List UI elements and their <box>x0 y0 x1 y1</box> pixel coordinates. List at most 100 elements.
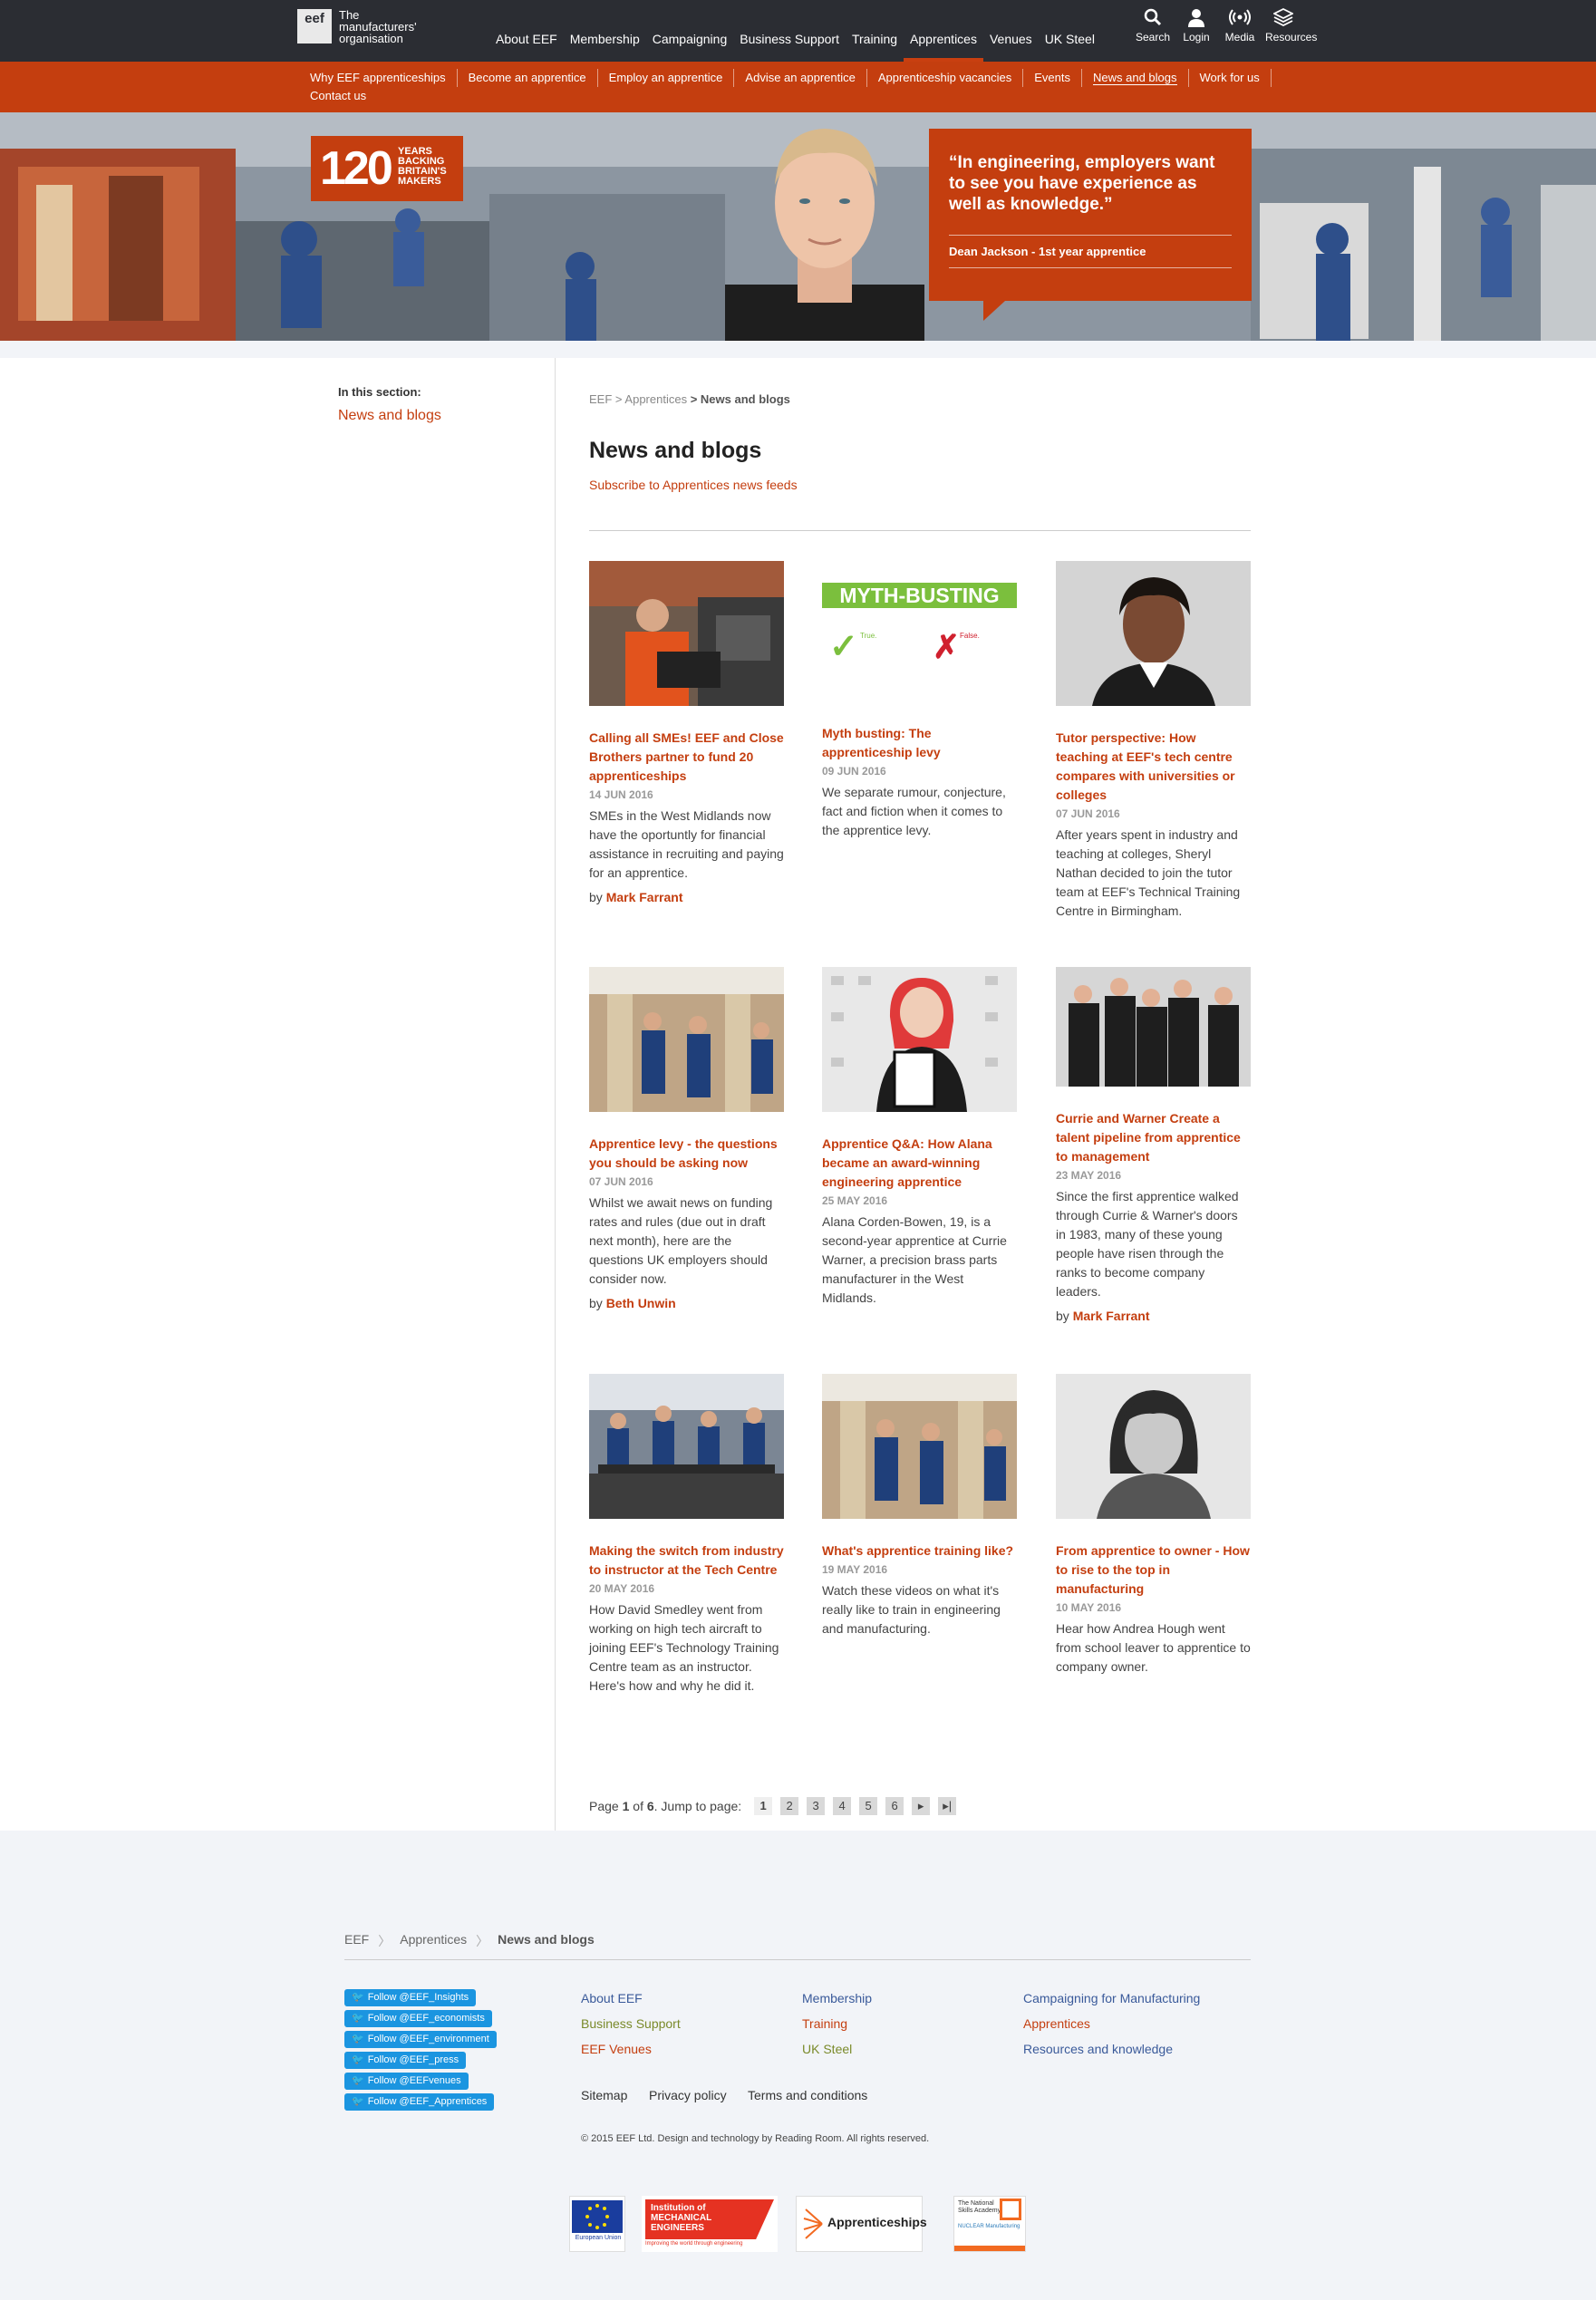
last-page-button[interactable]: ▸| <box>938 1797 957 1815</box>
breadcrumb-eef[interactable]: EEF <box>589 392 612 406</box>
cross-icon: ✗ <box>933 628 961 665</box>
subnav-news-and-blogs[interactable]: News and blogs <box>1082 69 1189 87</box>
subnav-work-for-us[interactable]: Work for us <box>1189 69 1272 87</box>
article-image[interactable]: MYTH-BUSTING ✓ True. ✗ False. <box>822 561 1017 706</box>
page-3-button[interactable]: 3 <box>807 1797 826 1815</box>
subnav-apprenticeship-vacancies[interactable]: Apprenticeship vacancies <box>867 69 1024 87</box>
page-6-button[interactable]: 6 <box>885 1797 904 1815</box>
subscribe-link[interactable]: Subscribe to Apprentices news feeds <box>589 478 798 492</box>
user-icon <box>1178 4 1214 31</box>
article-title[interactable]: Making the switch from industry to instr… <box>589 1541 784 1580</box>
article-excerpt: How David Smedley went from working on h… <box>589 1602 779 1693</box>
logo-mark: eef <box>297 9 332 43</box>
page-title: News and blogs <box>589 438 762 463</box>
twitter-follow-economists[interactable]: 🐦 Follow @EEF_economists <box>344 2010 492 2027</box>
footer-link-business-support[interactable]: Business Support <box>581 2016 681 2031</box>
footer-breadcrumb-apprentices[interactable]: Apprentices <box>400 1932 467 1950</box>
footer-breadcrumb-current: News and blogs <box>498 1932 595 1947</box>
footer-link-membership[interactable]: Membership <box>802 1991 872 2005</box>
article-date: 23 MAY 2016 <box>1056 1169 1122 1182</box>
article-image[interactable] <box>822 967 1017 1116</box>
footer-link-privacy-policy[interactable]: Privacy policy <box>649 2088 727 2102</box>
article-title[interactable]: Calling all SMEs! EEF and Close Brothers… <box>589 729 784 786</box>
subnav-advise-an-apprentice[interactable]: Advise an apprentice <box>734 69 867 87</box>
nav-about-eef[interactable]: About EEF <box>489 31 564 47</box>
article-byline: by Mark Farrant <box>589 890 683 904</box>
nav-campaigning[interactable]: Campaigning <box>646 31 734 47</box>
login-button[interactable]: Login <box>1178 4 1214 43</box>
author-link[interactable]: Mark Farrant <box>606 890 683 904</box>
page-4-button[interactable]: 4 <box>833 1797 852 1815</box>
article-card: MYTH-BUSTING ✓ True. ✗ False. Myth busti… <box>822 561 1017 840</box>
footer-breadcrumb-eef[interactable]: EEF <box>344 1932 369 1950</box>
nav-venues[interactable]: Venues <box>983 31 1039 47</box>
article-title[interactable]: Tutor perspective: How teaching at EEF's… <box>1056 729 1251 805</box>
chevron-right-icon: 〉 <box>476 1934 489 1948</box>
next-page-button[interactable]: ▸ <box>912 1797 931 1815</box>
footer-link-training[interactable]: Training <box>802 2016 847 2031</box>
footer-link-sitemap[interactable]: Sitemap <box>581 2088 627 2102</box>
sidebar-item-news-and-blogs[interactable]: News and blogs <box>338 408 441 424</box>
subnav-why-eef-apprenticeships[interactable]: Why EEF apprenticeships <box>299 69 458 87</box>
media-button[interactable]: Media <box>1222 4 1258 43</box>
subnav-become-an-apprentice[interactable]: Become an apprentice <box>458 69 598 87</box>
eu-logo: European Union <box>569 2196 625 2252</box>
chevron-right-icon: 〉 <box>378 1934 392 1948</box>
footer-link-eef-venues[interactable]: EEF Venues <box>581 2042 652 2056</box>
sidebar-heading: In this section: <box>338 385 421 399</box>
resources-button[interactable]: Resources <box>1265 4 1317 43</box>
article-image[interactable] <box>589 561 784 710</box>
nav-training[interactable]: Training <box>846 31 904 47</box>
quote-tail <box>983 301 1005 321</box>
twitter-follow-insights[interactable]: 🐦 Follow @EEF_Insights <box>344 1989 477 2006</box>
page-5-button[interactable]: 5 <box>859 1797 878 1815</box>
subnav-events[interactable]: Events <box>1023 69 1083 87</box>
footer-link-resources[interactable]: Resources and knowledge <box>1023 2042 1173 2056</box>
article-title[interactable]: From apprentice to owner - How to rise t… <box>1056 1541 1251 1599</box>
120-years-badge: 120 YEARS BACKING BRITAIN'S MAKERS <box>311 136 463 201</box>
article-image[interactable] <box>589 967 784 1116</box>
nsa-mark-icon <box>1000 2199 1021 2220</box>
logo-text: The manufacturers' organisation <box>339 8 417 45</box>
article-image[interactable] <box>822 1374 1017 1522</box>
subnav-contact-us[interactable]: Contact us <box>299 87 377 105</box>
footer-link-apprentices[interactable]: Apprentices <box>1023 2016 1090 2031</box>
footer-link-uk-steel[interactable]: UK Steel <box>802 2042 852 2056</box>
author-link[interactable]: Beth Unwin <box>606 1296 676 1310</box>
footer-link-terms[interactable]: Terms and conditions <box>748 2088 867 2102</box>
twitter-follow-environment[interactable]: 🐦 Follow @EEF_environment <box>344 2031 497 2048</box>
article-title[interactable]: Currie and Warner Create a talent pipeli… <box>1056 1109 1251 1166</box>
hero-banner: 120 YEARS BACKING BRITAIN'S MAKERS “In e… <box>0 112 1596 341</box>
article-image[interactable] <box>1056 967 1251 1090</box>
twitter-follow-press[interactable]: 🐦 Follow @EEF_press <box>344 2052 467 2069</box>
article-title[interactable]: Myth busting: The apprenticeship levy <box>822 724 1017 762</box>
article-excerpt: SMEs in the West Midlands now have the o… <box>589 808 784 880</box>
page-1-button[interactable]: 1 <box>754 1797 773 1815</box>
article-title[interactable]: Apprentice Q&A: How Alana became an awar… <box>822 1135 1017 1192</box>
search-icon <box>1135 4 1171 31</box>
twitter-follow-apprentices[interactable]: 🐦 Follow @EEF_Apprentices <box>344 2093 495 2111</box>
article-image[interactable] <box>1056 561 1251 710</box>
footer-link-about-eef[interactable]: About EEF <box>581 1991 643 2005</box>
twitter-follow-venues[interactable]: 🐦 Follow @EEFvenues <box>344 2073 469 2090</box>
nav-apprentices[interactable]: Apprentices <box>904 31 983 62</box>
article-image[interactable] <box>589 1374 784 1522</box>
breadcrumb-apprentices[interactable]: Apprentices <box>624 392 687 406</box>
subnav-employ-an-apprentice[interactable]: Employ an apprentice <box>598 69 735 87</box>
nav-business-support[interactable]: Business Support <box>733 31 846 47</box>
author-link[interactable]: Mark Farrant <box>1073 1309 1150 1323</box>
article-card: Apprentice levy - the questions you shou… <box>589 967 784 1310</box>
article-excerpt: Alana Corden-Bowen, 19, is a second-year… <box>822 1214 1007 1305</box>
eef-logo[interactable]: eef The manufacturers' organisation <box>297 9 433 45</box>
article-image[interactable] <box>1056 1374 1251 1522</box>
nav-membership[interactable]: Membership <box>564 31 646 47</box>
utility-nav: Search Login Media Resources <box>1135 4 1317 43</box>
apprentice-portrait <box>725 129 924 341</box>
page-2-button[interactable]: 2 <box>780 1797 799 1815</box>
article-title[interactable]: Apprentice levy - the questions you shou… <box>589 1135 784 1173</box>
article-card: What's apprentice training like? 19 MAY … <box>822 1374 1017 1638</box>
footer-link-campaigning[interactable]: Campaigning for Manufacturing <box>1023 1991 1200 2005</box>
nav-uk-steel[interactable]: UK Steel <box>1039 31 1101 47</box>
article-title[interactable]: What's apprentice training like? <box>822 1541 1017 1561</box>
search-button[interactable]: Search <box>1135 4 1171 43</box>
